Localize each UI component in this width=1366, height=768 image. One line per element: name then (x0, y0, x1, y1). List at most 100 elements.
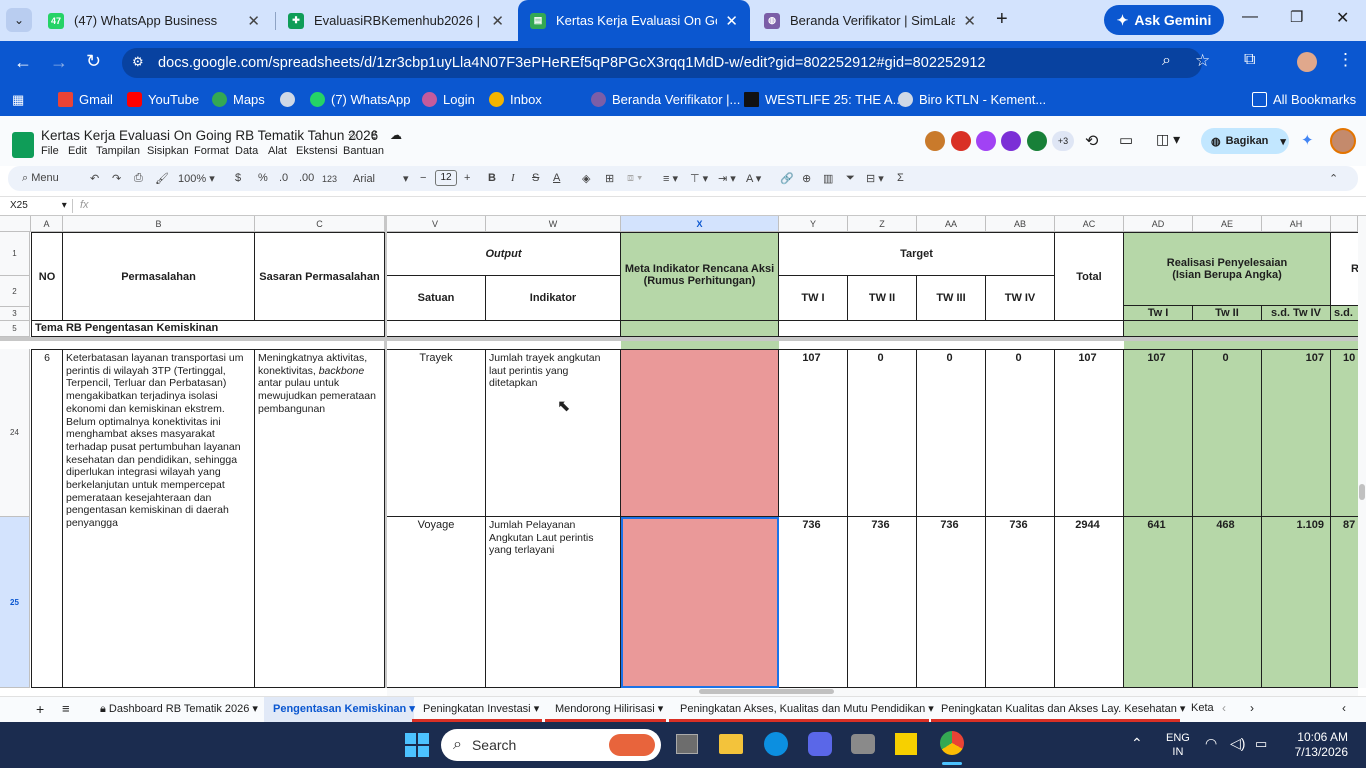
font-size-increase-icon[interactable]: + (464, 172, 470, 184)
increase-decimal-button[interactable]: .00 (299, 172, 314, 184)
sheets-logo-icon[interactable] (12, 132, 34, 158)
strikethrough-icon[interactable]: S (532, 172, 539, 184)
column-header[interactable]: C (255, 216, 385, 232)
header-permasalahan[interactable]: Permasalahan (63, 232, 255, 321)
cell-realisasi-tw1[interactable]: 641 (1124, 517, 1193, 688)
vertical-scrollbar[interactable] (1358, 216, 1366, 688)
number-format-button[interactable]: 123 (322, 174, 337, 184)
cell-tw4[interactable]: 736 (986, 517, 1055, 688)
theme-row-fill[interactable] (779, 321, 1124, 337)
collaborator-avatar[interactable] (1027, 131, 1047, 151)
header-sasaran[interactable]: Sasaran Permasalahan (255, 232, 385, 321)
cell-realisasi-tw2[interactable]: 468 (1193, 517, 1262, 688)
row-header[interactable]: 2 (0, 276, 30, 307)
header-target[interactable]: Target (779, 232, 1055, 276)
bookmark-gmail[interactable]: Gmail (58, 92, 113, 107)
copilot-icon[interactable] (808, 732, 832, 756)
print-icon[interactable]: ⎙ (134, 172, 143, 185)
collaborator-avatar[interactable] (925, 131, 945, 151)
user-avatar[interactable] (1330, 128, 1356, 154)
sticky-notes-icon[interactable] (895, 733, 917, 755)
cell-indikator[interactable]: Jumlah trayek angkutan laut perintis yan… (486, 349, 621, 517)
tab-kertas-kerja[interactable]: ▤ Kertas Kerja Evaluasi On Going R ✕ (518, 0, 750, 41)
cell-permasalahan[interactable]: Keterbatasan layanan transportasi um per… (63, 349, 255, 688)
row-header[interactable]: 1 (0, 232, 30, 276)
bookmark-verifikator[interactable]: Beranda Verifikator |... (591, 92, 740, 107)
bookmark-login[interactable]: Login (422, 92, 475, 107)
fill-color-icon[interactable]: ◈ (582, 172, 590, 185)
column-header[interactable]: AD (1124, 216, 1193, 232)
italic-icon[interactable]: I (511, 172, 515, 184)
forward-icon[interactable]: → (50, 52, 68, 73)
font-size-decrease-icon[interactable]: − (420, 172, 426, 184)
column-header-selected[interactable]: X (621, 216, 779, 232)
cell-tw4[interactable]: 0 (986, 349, 1055, 517)
insert-link-icon[interactable]: 🔗 (780, 172, 794, 185)
tab-search-button[interactable]: ⌄ (6, 8, 32, 32)
cell-sasaran[interactable]: Meningkatnya aktivitas, konektivitas, ba… (255, 349, 385, 688)
cell-total[interactable]: 2944 (1055, 517, 1124, 688)
align-icon[interactable]: ≡ ▾ (663, 172, 678, 185)
filter-views-icon[interactable]: ⊟ ▾ (866, 172, 884, 185)
bookmark-maps[interactable]: Maps (212, 92, 265, 107)
cell-tw1[interactable]: 107 (779, 349, 848, 517)
name-box[interactable]: X25 ▾ (10, 200, 67, 211)
vertical-scroll-thumb[interactable] (1359, 484, 1365, 500)
language-indicator[interactable]: ENG IN (1166, 731, 1190, 759)
scroll-tabs-left-icon[interactable]: ‹ (1222, 701, 1226, 715)
horizontal-scrollbar[interactable] (387, 688, 1358, 696)
collapse-toolbar-icon[interactable]: ⌃ (1329, 172, 1338, 185)
profile-avatar[interactable] (1297, 52, 1317, 72)
sheet-tab-truncated[interactable]: Keta (1191, 702, 1214, 714)
bookmark-whatsapp[interactable]: (7) WhatsApp (310, 92, 410, 107)
borders-icon[interactable]: ⊞ (605, 172, 614, 185)
text-color-icon[interactable]: A (553, 172, 560, 184)
volume-icon[interactable]: ◁) (1230, 735, 1245, 752)
taskbar-search-box[interactable]: ⌕ Search (441, 729, 661, 761)
column-header[interactable]: AH (1262, 216, 1331, 232)
bookmark-biro-ktln[interactable]: Biro KTLN - Kement... (898, 92, 1046, 107)
tab-simlala[interactable]: ◍ Beranda Verifikator | SimLala ✕ (752, 0, 988, 41)
insert-chart-icon[interactable]: ▥ (823, 172, 833, 185)
comment-icon[interactable]: ▭ (1119, 131, 1133, 149)
collaborator-avatar[interactable] (976, 131, 996, 151)
menu-view[interactable]: Tampilan (96, 145, 140, 157)
column-header[interactable]: W (486, 216, 621, 232)
sheet-tab-investasi[interactable]: Peningkatan Investasi ▾ (423, 702, 539, 715)
collaborator-avatar[interactable] (1001, 131, 1021, 151)
bookmark-star-icon[interactable]: ☆ (1195, 51, 1210, 71)
site-info-icon[interactable]: ⚙ (132, 54, 144, 70)
select-all-corner[interactable] (0, 216, 31, 232)
cell-tw1[interactable]: 736 (779, 517, 848, 688)
close-tab-icon[interactable]: ✕ (491, 12, 504, 30)
menu-help[interactable]: Bantuan (343, 145, 384, 157)
menu-extensions[interactable]: Ekstensi (296, 145, 338, 157)
url-text[interactable]: docs.google.com/spreadsheets/d/1zr3cbp1u… (158, 55, 986, 71)
paint-format-icon[interactable]: 🖌 (155, 172, 169, 185)
file-explorer-icon[interactable] (719, 734, 743, 754)
bookmark-youtube[interactable]: YouTube (127, 92, 199, 107)
column-header[interactable]: AE (1193, 216, 1262, 232)
menu-insert[interactable]: Sisipkan (147, 145, 189, 157)
show-hidden-icons[interactable]: ⌃ (1131, 735, 1143, 752)
cell-tw2[interactable]: 736 (848, 517, 917, 688)
column-header[interactable] (1331, 216, 1358, 232)
row-header[interactable]: 24 (0, 349, 30, 517)
row-header[interactable]: 5 (0, 321, 30, 337)
close-window-icon[interactable]: ✕ (1336, 8, 1349, 28)
formula-input[interactable] (96, 197, 1356, 215)
all-sheets-icon[interactable]: ≡ (62, 701, 70, 716)
header-realisasi-tw1[interactable]: Tw I (1124, 306, 1193, 321)
sheet-tab-hilirisasi[interactable]: Mendorong Hilirisasi ▾ (555, 702, 663, 715)
theme-row-fill[interactable] (387, 321, 621, 337)
zoom-select[interactable]: 100% ▾ (178, 172, 215, 185)
cell-satuan[interactable]: Voyage (387, 517, 486, 688)
currency-button[interactable]: $ (235, 172, 241, 184)
cell-indikator[interactable]: Jumlah Pelayanan Angkutan Laut perintis … (486, 517, 621, 688)
vertical-align-icon[interactable]: ⊤ ▾ (690, 172, 708, 185)
bookmark-globe[interactable] (280, 92, 301, 107)
column-header[interactable]: B (63, 216, 255, 232)
more-collaborators-badge[interactable]: +3 (1052, 131, 1074, 151)
document-title[interactable]: Kertas Kerja Evaluasi On Going RB Temati… (41, 128, 378, 143)
bold-icon[interactable]: B (488, 172, 496, 184)
